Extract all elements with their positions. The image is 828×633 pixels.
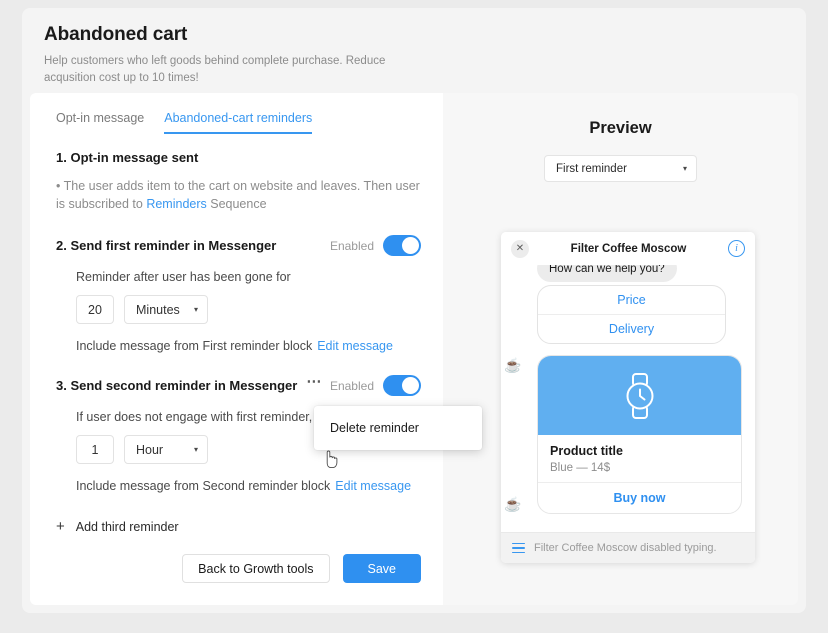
settings-content: 1. Opt-in message sent • The user adds i… [30, 134, 482, 534]
plus-icon: + [56, 518, 65, 535]
preview-title: Preview [589, 119, 652, 137]
avatar: ☕ [504, 357, 522, 373]
step-2-header: 2. Send first reminder in Messenger Enab… [56, 235, 421, 256]
step-2-enabled-group: Enabled [330, 235, 421, 256]
product-card: Product title Blue — 14$ Buy now [537, 355, 742, 514]
step-3-delay-unit-select[interactable]: Hour ▾ [124, 435, 208, 464]
step-2-title: 2. Send first reminder in Messenger [56, 238, 277, 253]
tab-abandoned-cart-reminders[interactable]: Abandoned-cart reminders [164, 111, 313, 134]
step-3-delay-unit-value: Hour [136, 442, 164, 457]
page-subtitle: Help customers who left goods behind com… [44, 55, 386, 84]
page-card: Abandoned cart Help customers who left g… [22, 8, 806, 613]
messenger-header: ✕ Filter Coffee Moscow i [501, 232, 755, 265]
chevron-down-icon: ▾ [193, 445, 198, 454]
step-2-delay-controls: Minutes ▾ [76, 295, 421, 324]
info-icon[interactable]: i [728, 240, 745, 257]
tab-bar: Opt-in message Abandoned-cart reminders [30, 93, 443, 134]
step-3-title-group: 3. Send second reminder in Messenger ⋯ [56, 374, 322, 394]
step-3-enabled-toggle[interactable] [383, 375, 421, 396]
preview-reminder-select[interactable]: First reminder ▾ [544, 155, 697, 182]
reminders-link[interactable]: Reminders [146, 197, 206, 211]
product-subtitle: Blue — 14$ [550, 462, 611, 474]
product-image [538, 356, 741, 435]
quick-reply-price[interactable]: Price [538, 286, 725, 314]
page-header: Abandoned cart Help customers who left g… [22, 8, 806, 87]
messenger-footer: Filter Coffee Moscow disabled typing. [501, 532, 755, 563]
toggle-knob-icon [402, 377, 419, 394]
step-3-header: 3. Send second reminder in Messenger ⋯ E… [56, 374, 482, 450]
message-bubble-wrap: How can we help you? [510, 265, 746, 282]
save-button[interactable]: Save [342, 554, 421, 583]
quick-replies-card: Price Delivery [537, 285, 726, 344]
step-2-delay-label: Reminder after user has been gone for [76, 270, 291, 284]
messenger-title: Filter Coffee Moscow [570, 242, 687, 255]
panels: Opt-in message Abandoned-cart reminders … [30, 93, 798, 605]
message-bubble: How can we help you? [537, 265, 677, 282]
step-2-delay-amount-input[interactable] [76, 295, 114, 324]
hamburger-menu-icon[interactable] [512, 542, 525, 554]
toggle-knob-icon [402, 237, 419, 254]
step-2-delay-unit-select[interactable]: Minutes ▾ [124, 295, 208, 324]
step-2-include-row: Include message from First reminder bloc… [76, 339, 421, 353]
preview-panel: Preview First reminder ▾ ✕ Filter Coffee… [443, 93, 798, 605]
avatar: ☕ [504, 496, 522, 512]
step-2-edit-message-link[interactable]: Edit message [317, 339, 393, 353]
messenger-conversation: ☕ ☕ How can we help you? Price Delivery [501, 265, 755, 532]
settings-panel: Opt-in message Abandoned-cart reminders … [30, 93, 482, 605]
quick-reply-delivery[interactable]: Delivery [538, 314, 725, 343]
back-to-growth-tools-button[interactable]: Back to Growth tools [182, 554, 330, 583]
preview-reminder-select-value: First reminder [556, 162, 627, 175]
add-third-reminder-label: Add third reminder [75, 519, 179, 534]
step-3-enabled-group: Enabled [330, 375, 421, 396]
step-1-title: 1. Opt-in message sent [56, 150, 199, 165]
tab-opt-in-message[interactable]: Opt-in message [56, 111, 144, 134]
delete-reminder-context-menu: Delete reminder [314, 406, 482, 450]
step-2-enabled-label: Enabled [329, 238, 374, 253]
step-2-include-text: Include message from First reminder bloc… [76, 339, 313, 353]
product-info: Product title Blue — 14$ [538, 435, 741, 482]
close-icon[interactable]: ✕ [511, 239, 529, 258]
footer-actions: Back to Growth tools Save [182, 554, 421, 583]
step-3-include-row: Include message from Second reminder blo… [76, 479, 421, 493]
typing-disabled-text: Filter Coffee Moscow disabled typing. [534, 542, 717, 554]
step-2-body: Reminder after user has been gone for Mi… [56, 270, 421, 353]
buy-now-button[interactable]: Buy now [538, 482, 741, 513]
step-1-description: • The user adds item to the cart on webs… [56, 177, 421, 213]
step-3-more-options-icon[interactable]: ⋯ [306, 374, 322, 389]
step-2-enabled-toggle[interactable] [383, 235, 421, 256]
step-3-enabled-label: Enabled [329, 378, 374, 393]
step-1-desc-suffix: Sequence [206, 197, 267, 211]
page-title: Abandoned cart [44, 24, 188, 45]
chevron-down-icon: ▾ [682, 164, 687, 173]
step-3-delay-amount-input[interactable] [76, 435, 114, 464]
chevron-down-icon: ▾ [193, 305, 198, 314]
step-3-edit-message-link[interactable]: Edit message [335, 479, 411, 493]
messenger-preview: ✕ Filter Coffee Moscow i ☕ ☕ How can we … [501, 232, 755, 563]
product-title: Product title [550, 444, 623, 458]
watch-icon [626, 372, 653, 419]
step-3-title: 3. Send second reminder in Messenger [56, 378, 298, 393]
add-third-reminder-button[interactable]: + Add third reminder [56, 519, 421, 534]
context-menu-item-delete-reminder[interactable]: Delete reminder [314, 419, 482, 437]
step-3-include-text: Include message from Second reminder blo… [76, 479, 331, 493]
step-2-delay-unit-value: Minutes [136, 302, 180, 317]
